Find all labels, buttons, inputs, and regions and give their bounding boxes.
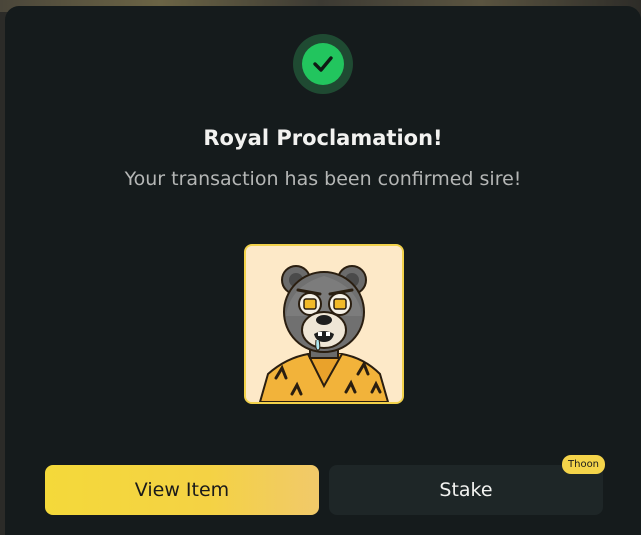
stake-label: Stake bbox=[439, 479, 493, 501]
modal-subtitle: Your transaction has been confirmed sire… bbox=[124, 168, 522, 190]
view-item-button[interactable]: View Item bbox=[45, 465, 319, 515]
check-circle-icon bbox=[302, 43, 344, 85]
nft-image bbox=[244, 244, 404, 404]
success-status bbox=[293, 34, 353, 94]
stake-button[interactable]: Stake bbox=[329, 465, 603, 515]
modal-title: Royal Proclamation! bbox=[203, 126, 443, 150]
bear-nft-avatar bbox=[246, 246, 402, 402]
stake-token-badge: Thoon bbox=[562, 455, 606, 474]
success-modal: Royal Proclamation! Your transaction has… bbox=[5, 6, 641, 535]
view-item-label: View Item bbox=[134, 479, 230, 501]
